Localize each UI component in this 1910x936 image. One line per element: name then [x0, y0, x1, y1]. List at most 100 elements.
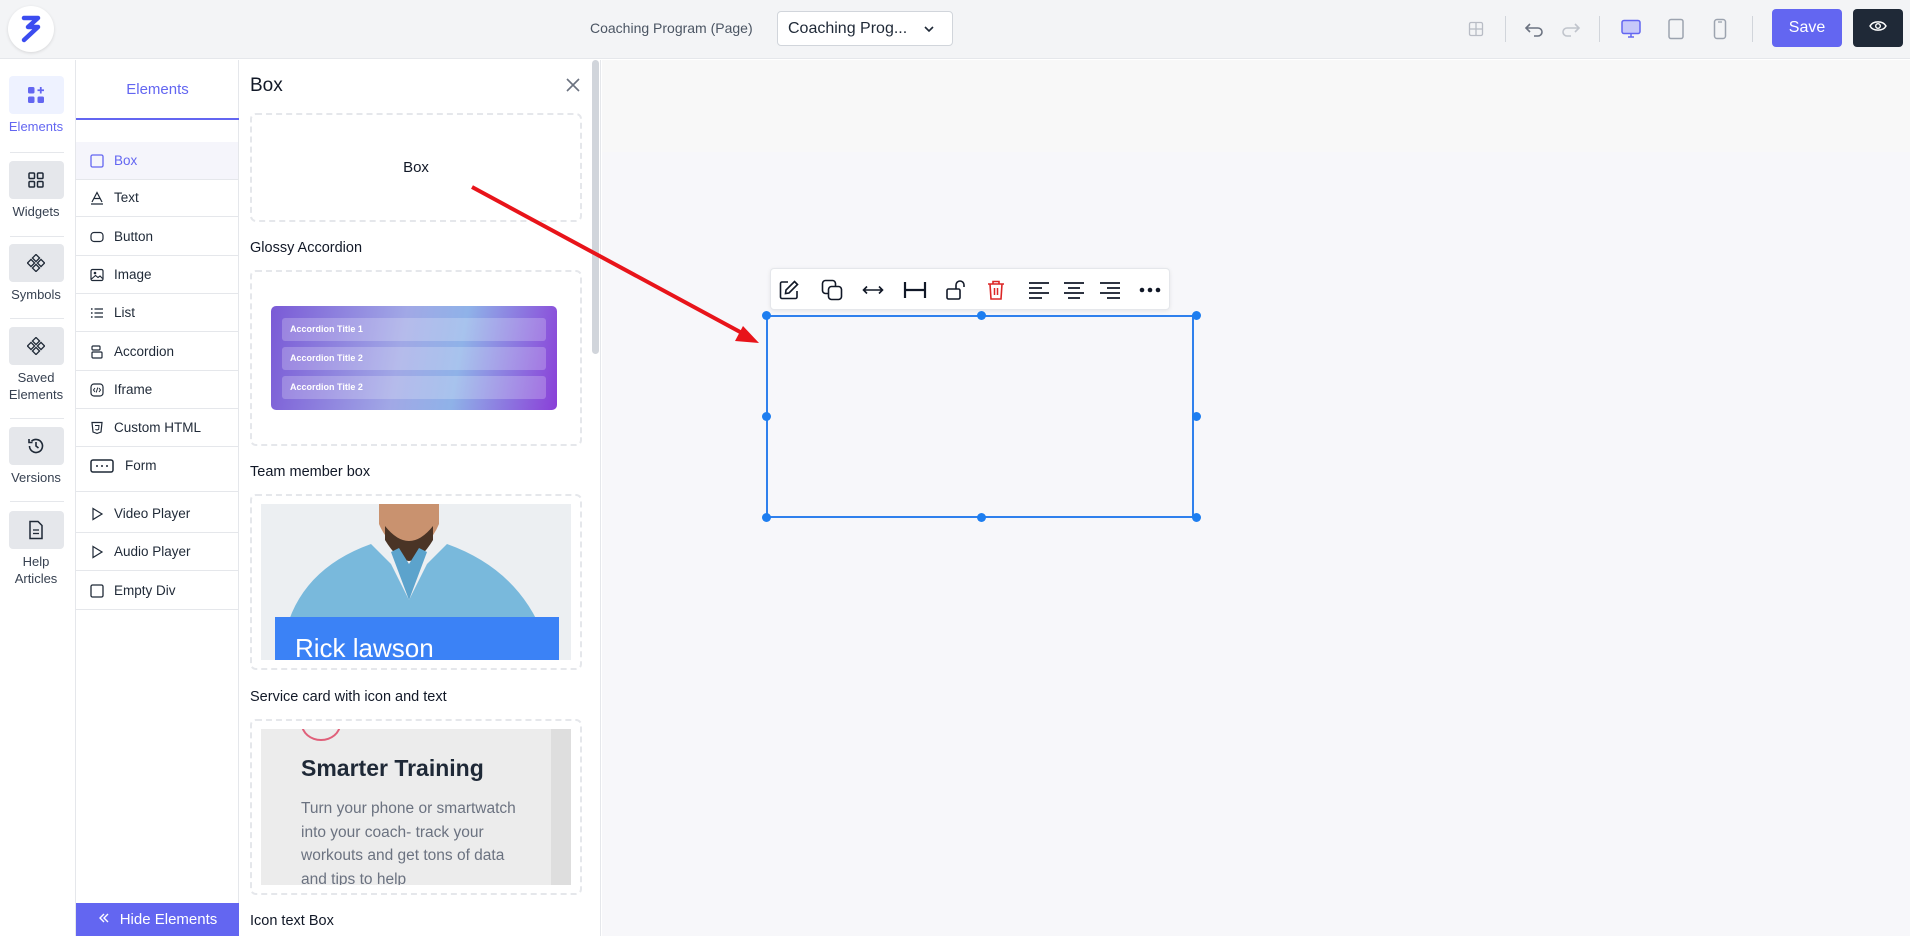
element-item-label: Text [114, 190, 139, 205]
tablet-view-icon[interactable] [1662, 15, 1690, 43]
page-select[interactable]: Coaching Prog... [777, 11, 953, 46]
glossy-accordion-card[interactable]: Accordion Title 1 Accordion Title 2 Acco… [250, 270, 582, 446]
team-member-photo: Rick lawson [261, 504, 571, 660]
elements-icon [8, 76, 64, 114]
hide-elements-button[interactable]: Hide Elements [76, 903, 239, 936]
rail-item-elements[interactable]: Elements [0, 76, 72, 135]
element-item-iframe[interactable]: Iframe [76, 371, 238, 409]
resize-handle[interactable] [1192, 513, 1201, 522]
toolbar-divider [1505, 16, 1506, 42]
play-icon [89, 544, 105, 560]
canvas-header-section[interactable] [602, 60, 1910, 152]
element-item-video-player[interactable]: Video Player [76, 495, 238, 533]
element-item-box[interactable]: Box [76, 142, 238, 180]
iframe-icon [89, 382, 105, 398]
page-select-value: Coaching Prog... [788, 19, 908, 37]
tab-elements[interactable]: Elements [76, 60, 239, 120]
element-item-label: Video Player [114, 506, 191, 521]
align-right-icon[interactable] [1097, 277, 1123, 303]
rail-item-help-articles[interactable]: Help Articles [0, 511, 72, 587]
left-rail: Elements Widgets Symbols Saved Elements [0, 60, 76, 936]
element-item-text[interactable]: Text [76, 179, 238, 217]
selected-box-element[interactable] [762, 311, 1201, 522]
resize-handle[interactable] [977, 513, 986, 522]
element-item-form[interactable]: Form [76, 440, 238, 492]
rail-item-versions[interactable]: Versions [0, 427, 72, 486]
section-title: Icon text Box [250, 913, 334, 929]
resize-handle[interactable] [1192, 412, 1201, 421]
undo-icon[interactable] [1520, 15, 1548, 43]
section-title: Glossy Accordion [250, 240, 363, 256]
rail-divider [10, 501, 64, 502]
editor-app: Coaching Program (Page) Coaching Prog... [0, 0, 1910, 936]
more-options-icon[interactable] [1137, 277, 1163, 303]
image-icon [89, 267, 105, 283]
rail-label: Widgets [12, 204, 60, 219]
double-chevron-left-icon [98, 911, 110, 928]
section-title: Team member box [250, 464, 371, 480]
element-item-button[interactable]: Button [76, 218, 238, 256]
close-icon[interactable] [564, 76, 582, 94]
rail-label: Elements [8, 119, 64, 134]
rail-label: Symbols [11, 287, 61, 302]
stretch-width-icon[interactable] [860, 277, 886, 303]
team-member-card[interactable]: Rick lawson [250, 494, 582, 670]
unlock-icon[interactable] [942, 277, 968, 303]
list-icon [89, 305, 105, 321]
rail-label: Saved Elements [8, 370, 64, 402]
preview-button[interactable] [1853, 9, 1903, 47]
service-icon [301, 729, 341, 741]
accordion-row: Accordion Title 2 [282, 347, 546, 370]
box-preview-card[interactable]: Box [250, 113, 582, 222]
empty-div-icon [89, 583, 105, 599]
element-item-audio-player[interactable]: Audio Player [76, 533, 238, 571]
element-item-accordion[interactable]: Accordion [76, 333, 238, 371]
align-center-icon[interactable] [1061, 277, 1087, 303]
edit-icon[interactable] [776, 277, 802, 303]
play-icon [89, 506, 105, 522]
service-card-preview: Smarter Training Turn your phone or smar… [261, 729, 571, 885]
duplicate-icon[interactable] [819, 277, 845, 303]
accordion-icon [89, 344, 105, 360]
resize-handle[interactable] [977, 311, 986, 320]
element-item-label: Custom HTML [114, 420, 202, 435]
panel-title: Box [250, 75, 283, 96]
element-item-list[interactable]: List [76, 294, 238, 332]
element-item-image[interactable]: Image [76, 256, 238, 294]
element-toolbar [770, 268, 1170, 310]
section-title: Service card with icon and text [250, 689, 447, 705]
align-left-icon[interactable] [1026, 277, 1052, 303]
resize-handle[interactable] [762, 412, 771, 421]
app-logo[interactable] [8, 6, 54, 52]
resize-handle[interactable] [762, 311, 771, 320]
rail-item-saved-elements[interactable]: Saved Elements [0, 327, 72, 403]
hide-elements-label: Hide Elements [119, 911, 218, 928]
service-card[interactable]: Smarter Training Turn your phone or smar… [250, 719, 582, 895]
grid-icon[interactable] [1462, 15, 1490, 43]
delete-icon[interactable] [983, 277, 1009, 303]
desktop-view-icon[interactable] [1617, 15, 1645, 43]
widgets-icon [8, 161, 64, 199]
element-item-label: Button [114, 229, 154, 244]
symbols-icon [8, 244, 64, 282]
box-card-label: Box [403, 159, 429, 176]
save-button[interactable]: Save [1772, 9, 1842, 47]
panel-scrollbar[interactable] [592, 60, 599, 354]
element-item-label: Image [114, 267, 152, 282]
element-item-label: Iframe [114, 382, 153, 397]
chevron-down-icon [922, 22, 936, 41]
form-icon [89, 458, 115, 474]
rail-divider [10, 152, 64, 153]
eye-icon [1869, 19, 1887, 38]
rail-item-widgets[interactable]: Widgets [0, 161, 72, 220]
redo-icon[interactable] [1557, 15, 1585, 43]
full-width-icon[interactable] [902, 277, 928, 303]
rail-item-symbols[interactable]: Symbols [0, 244, 72, 303]
mobile-view-icon[interactable] [1706, 15, 1734, 43]
resize-handle[interactable] [1192, 311, 1201, 320]
resize-handle[interactable] [762, 513, 771, 522]
element-item-label: List [114, 305, 136, 320]
rail-divider [10, 318, 64, 319]
accordion-row: Accordion Title 2 [282, 376, 546, 399]
element-item-empty-div[interactable]: Empty Div [76, 572, 238, 610]
